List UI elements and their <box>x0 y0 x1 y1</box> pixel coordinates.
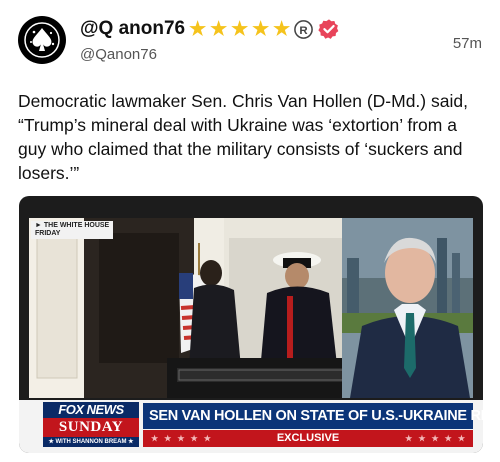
svg-text:R: R <box>299 24 308 36</box>
avatar[interactable] <box>18 16 66 64</box>
registered-icon: R <box>294 19 313 39</box>
location-tag: ► THE WHITE HOUSE FRIDAY <box>31 221 114 239</box>
spade-logo-icon <box>24 22 60 58</box>
author-handle[interactable]: @Qanon76 <box>80 46 157 63</box>
chyron-headline: SEN VAN HOLLEN ON STATE OF U.S.-UKRAINE … <box>143 403 483 429</box>
program-name: SUNDAY <box>43 418 139 437</box>
author-display-name[interactable]: @Q anon76 <box>80 18 185 40</box>
location-tag-day: FRIDAY <box>35 230 61 237</box>
exclusive-banner: ★★★★★ EXCLUSIVE ★★★★★ <box>143 430 473 447</box>
post-timestamp[interactable]: 57m <box>453 35 482 52</box>
author-name-row[interactable]: @Q anon76 ★ ★ ★ ★ ★ R <box>80 18 340 40</box>
program-host: ★ WITH SHANNON BREAM ★ <box>43 437 139 447</box>
star-icon: ★ <box>273 18 291 40</box>
senator-studio-scene <box>342 218 473 398</box>
white-house-scene <box>29 218 351 398</box>
star-icon: ★ <box>210 18 228 40</box>
exclusive-label: EXCLUSIVE <box>276 432 340 444</box>
verified-badge-icon <box>318 19 339 39</box>
network-logo: FOX NEWS <box>43 402 139 418</box>
post-text: Democratic lawmaker Sen. Chris Van Holle… <box>18 91 468 183</box>
post-media-image[interactable]: ► THE WHITE HOUSE FRIDAY FOX NEWS SUNDAY… <box>19 196 483 453</box>
location-tag-place: THE WHITE HOUSE <box>43 222 110 229</box>
star-icon: ★ <box>252 18 270 40</box>
star-icon: ★ <box>231 18 249 40</box>
star-icon: ★ <box>189 18 207 40</box>
post-card: @Q anon76 ★ ★ ★ ★ ★ R @Qanon76 57m Democ… <box>0 0 500 462</box>
